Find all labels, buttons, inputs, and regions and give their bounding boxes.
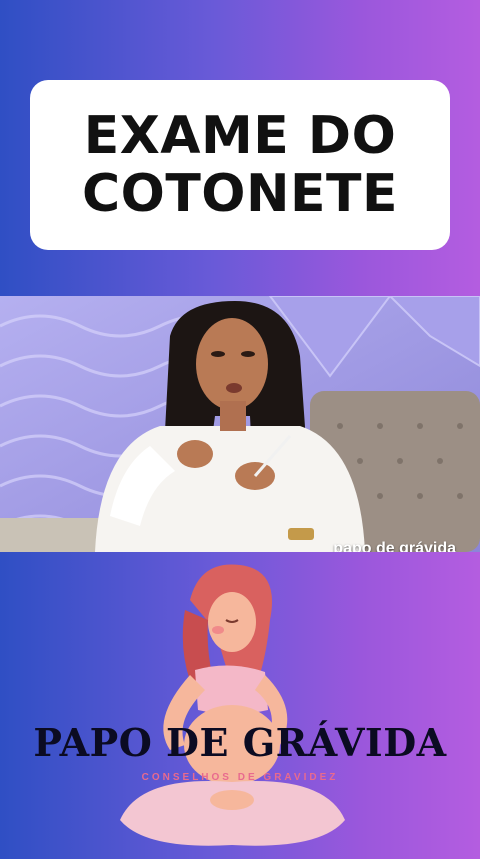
title-card: EXAME DO COTONETE bbox=[30, 80, 450, 250]
video-illustration bbox=[0, 296, 480, 552]
video-frame[interactable]: papo de grávida bbox=[0, 296, 480, 552]
laptop bbox=[0, 518, 105, 552]
video-caption: papo de grávida bbox=[333, 540, 456, 552]
brand-logo: PAPO DE GRÁVIDA CONSELHOS DE GRAVIDEZ bbox=[0, 560, 480, 854]
title-line-1: EXAME DO bbox=[83, 106, 397, 166]
logo-title: PAPO DE GRÁVIDA bbox=[33, 720, 447, 765]
title-line-2: COTONETE bbox=[81, 164, 399, 224]
logo-subtitle: CONSELHOS DE GRAVIDEZ bbox=[141, 772, 339, 783]
pregnant-woman-illustration bbox=[120, 564, 345, 846]
